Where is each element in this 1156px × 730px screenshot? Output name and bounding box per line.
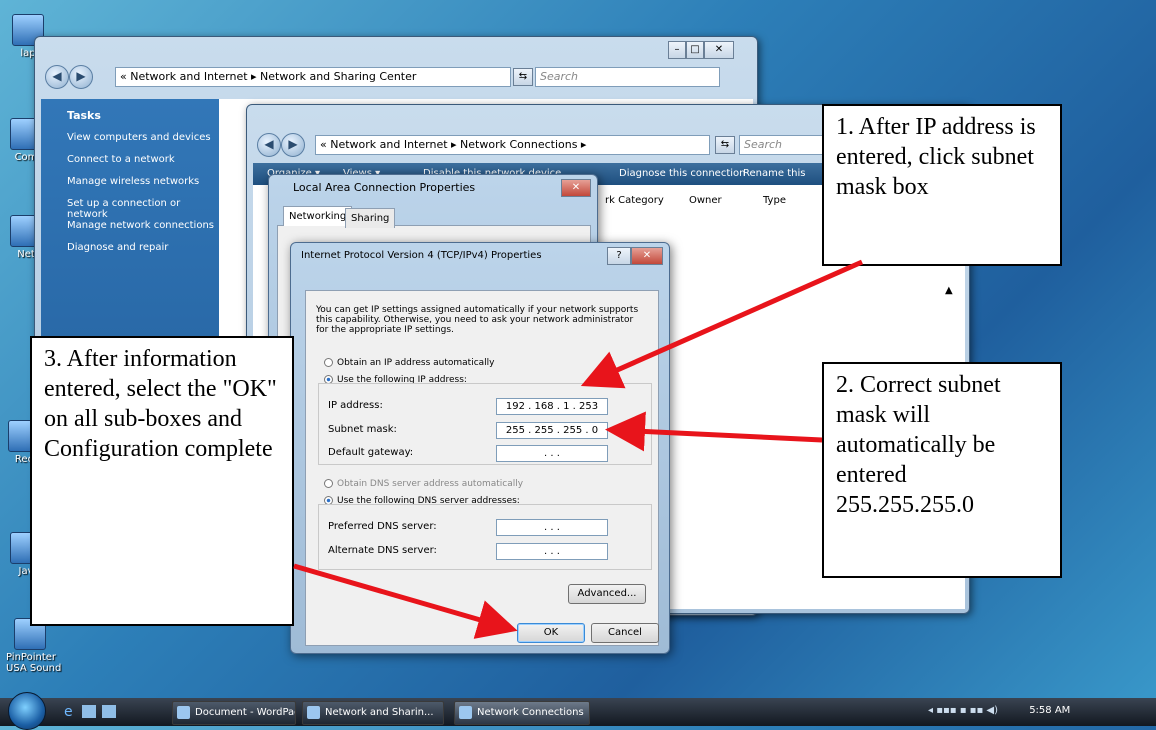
wordpad-icon bbox=[177, 706, 190, 719]
task-diagnose-repair[interactable]: Diagnose and repair bbox=[67, 242, 168, 253]
ipv4-title: Internet Protocol Version 4 (TCP/IPv4) P… bbox=[301, 250, 542, 261]
nc-address-bar[interactable]: « Network and Internet ▸ Network Connect… bbox=[315, 135, 710, 155]
forward-button[interactable]: ▶ bbox=[69, 65, 93, 89]
subnet-mask-field[interactable]: 255 . 255 . 255 . 0 bbox=[496, 422, 608, 439]
column-owner[interactable]: Owner bbox=[689, 195, 722, 206]
tab-sharing[interactable]: Sharing bbox=[345, 208, 396, 228]
lac-title: Local Area Connection Properties bbox=[293, 181, 476, 194]
column-type[interactable]: Type bbox=[763, 195, 786, 206]
ipv4-properties-dialog: Internet Protocol Version 4 (TCP/IPv4) P… bbox=[290, 242, 670, 654]
task-manage-wireless[interactable]: Manage wireless networks bbox=[67, 176, 199, 187]
ipv4-close-button[interactable]: ✕ bbox=[631, 247, 663, 265]
network-icon bbox=[307, 706, 320, 719]
system-tray: ◂ ▪▪▪ ▪ ▪▪ ◀) 5:58 AM bbox=[928, 705, 1070, 716]
refresh-button[interactable]: ⇆ bbox=[513, 68, 533, 86]
quicklaunch-switch-icon[interactable] bbox=[102, 705, 116, 718]
radio-auto-ip-button[interactable] bbox=[324, 358, 333, 367]
subnet-mask-label: Subnet mask: bbox=[328, 424, 397, 435]
help-button[interactable]: ? bbox=[607, 247, 631, 265]
taskbar-item-sharing-center[interactable]: Network and Sharin... bbox=[302, 701, 444, 725]
nc-refresh-button[interactable]: ⇆ bbox=[715, 136, 735, 154]
toolbar-diagnose[interactable]: Diagnose this connection bbox=[619, 163, 745, 185]
address-bar[interactable]: « Network and Internet ▸ Network and Sha… bbox=[115, 67, 511, 87]
annotation-note-3: 3. After information entered, select the… bbox=[30, 336, 294, 626]
taskbar-item-network-connections[interactable]: Network Connections bbox=[454, 701, 590, 725]
desktop-icon-pinpointer[interactable]: PinPointer USA Sound bbox=[6, 618, 66, 674]
network-connections-icon bbox=[459, 706, 472, 719]
clock[interactable]: 5:58 AM bbox=[1029, 705, 1070, 716]
preferred-dns-field[interactable]: . . . bbox=[496, 519, 608, 536]
tab-networking[interactable]: Networking bbox=[283, 206, 353, 226]
search-input[interactable]: Search bbox=[535, 67, 720, 87]
lac-close-button[interactable]: ✕ bbox=[561, 179, 591, 197]
maximize-button[interactable]: □ bbox=[686, 41, 704, 59]
quicklaunch-ie-icon[interactable]: e bbox=[64, 704, 73, 720]
ok-button[interactable]: OK bbox=[517, 623, 585, 643]
annotation-note-2: 2. Correct subnet mask will automaticall… bbox=[822, 362, 1062, 578]
taskbar-item-wordpad[interactable]: Document - WordPad bbox=[172, 701, 296, 725]
task-view-computers[interactable]: View computers and devices bbox=[67, 132, 211, 143]
quicklaunch-desktop-icon[interactable] bbox=[82, 705, 96, 718]
minimize-button[interactable]: – bbox=[668, 41, 686, 59]
start-button[interactable] bbox=[8, 692, 46, 730]
radio-auto-ip[interactable]: Obtain an IP address automatically bbox=[324, 358, 495, 368]
close-button[interactable]: ✕ bbox=[704, 41, 734, 59]
alternate-dns-label: Alternate DNS server: bbox=[328, 545, 437, 556]
advanced-button[interactable]: Advanced... bbox=[568, 584, 646, 604]
task-connect-network[interactable]: Connect to a network bbox=[67, 154, 175, 165]
ipv4-panel: You can get IP settings assigned automat… bbox=[305, 290, 659, 646]
annotation-note-1: 1. After IP address is entered, click su… bbox=[822, 104, 1062, 266]
ip-address-label: IP address: bbox=[328, 400, 383, 411]
cancel-button[interactable]: Cancel bbox=[591, 623, 659, 643]
chevron-up-icon[interactable]: ▲ bbox=[945, 285, 953, 296]
column-category[interactable]: rk Category bbox=[605, 195, 664, 206]
ip-address-field[interactable]: 192 . 168 . 1 . 253 bbox=[496, 398, 608, 415]
radio-auto-dns-button[interactable] bbox=[324, 479, 333, 488]
nc-back-button[interactable]: ◀ bbox=[257, 133, 281, 157]
toolbar-rename[interactable]: Rename this bbox=[743, 163, 805, 185]
ipv4-description: You can get IP settings assigned automat… bbox=[316, 305, 639, 335]
preferred-dns-label: Preferred DNS server: bbox=[328, 521, 437, 532]
task-setup-connection[interactable]: Set up a connection or network bbox=[67, 198, 219, 220]
nc-forward-button[interactable]: ▶ bbox=[281, 133, 305, 157]
radio-auto-dns[interactable]: Obtain DNS server address automatically bbox=[324, 479, 523, 489]
task-manage-connections[interactable]: Manage network connections bbox=[67, 220, 214, 231]
default-gateway-field[interactable]: . . . bbox=[496, 445, 608, 462]
tray-icons[interactable]: ◂ ▪▪▪ ▪ ▪▪ ◀) bbox=[928, 705, 998, 716]
alternate-dns-field[interactable]: . . . bbox=[496, 543, 608, 560]
tasks-title: Tasks bbox=[67, 109, 101, 122]
back-button[interactable]: ◀ bbox=[45, 65, 69, 89]
taskbar: e Document - WordPad Network and Sharin.… bbox=[0, 692, 1156, 730]
default-gateway-label: Default gateway: bbox=[328, 447, 414, 458]
dns-group-box bbox=[318, 504, 652, 570]
